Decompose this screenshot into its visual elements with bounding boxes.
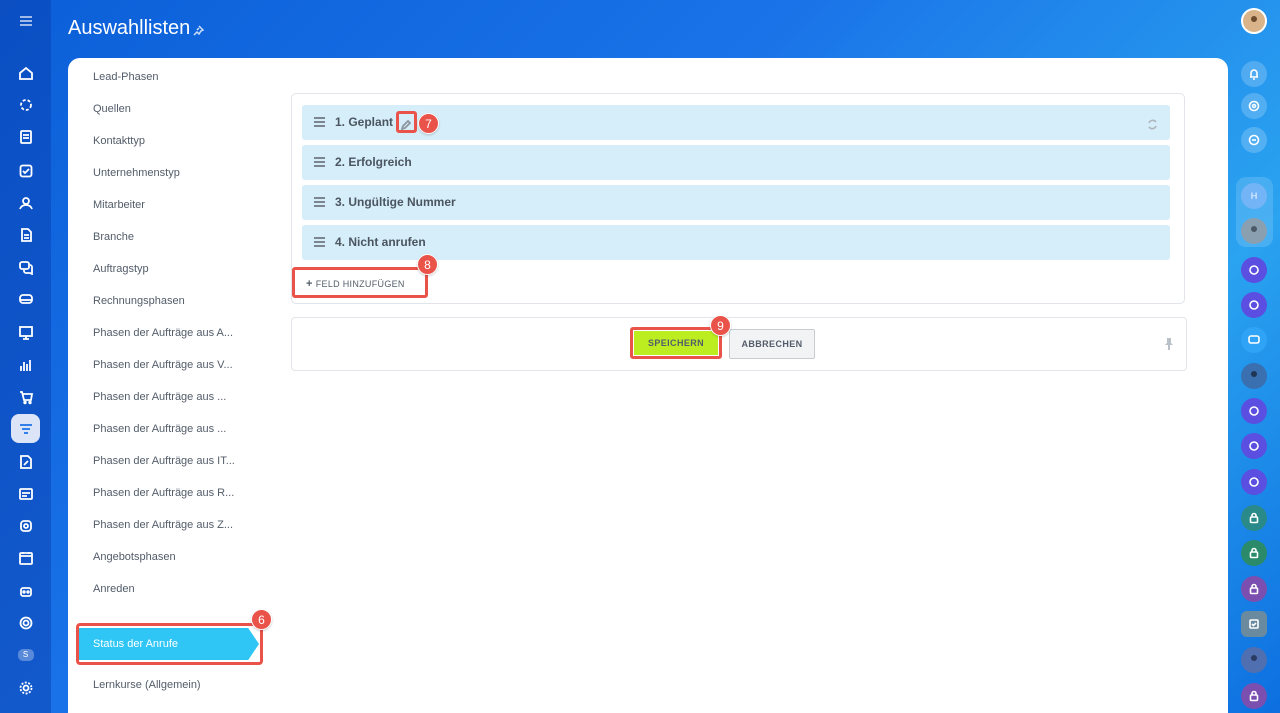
nav-item[interactable]: Phasen der Aufträge aus Z...: [93, 515, 233, 535]
lock-icon[interactable]: [1241, 540, 1267, 566]
color-picker-icon[interactable]: [1147, 117, 1158, 130]
field-label: 1. Geplant: [335, 115, 394, 129]
cancel-button[interactable]: ABBRECHEN: [729, 329, 815, 359]
chat-bot-icon[interactable]: [1241, 257, 1267, 283]
drag-handle-icon[interactable]: [314, 157, 325, 167]
home-icon[interactable]: [11, 58, 40, 87]
menu-icon[interactable]: [11, 6, 40, 35]
task-icon[interactable]: [1241, 611, 1267, 637]
message-icon[interactable]: [1241, 327, 1267, 353]
add-field-label: FELD HINZUFÜGEN: [315, 279, 405, 289]
lock-icon[interactable]: [1241, 576, 1267, 602]
edit-doc-icon[interactable]: [11, 447, 40, 476]
nav-item[interactable]: Angebotsphasen: [93, 547, 176, 567]
lock-icon[interactable]: [1241, 505, 1267, 531]
pin-icon[interactable]: [1164, 337, 1174, 350]
checkbox-icon[interactable]: [11, 156, 40, 185]
chat-icon[interactable]: [11, 252, 40, 281]
contact-avatar[interactable]: [1241, 363, 1267, 389]
drag-handle-icon[interactable]: [314, 117, 325, 127]
right-sidebar: H: [1229, 0, 1280, 713]
field-row[interactable]: 2. Erfolgreich: [302, 145, 1170, 180]
highlight-outline: [76, 623, 263, 665]
user-initial: S: [17, 648, 34, 661]
nav-item[interactable]: Phasen der Aufträge aus IT...: [93, 451, 235, 471]
nav-item[interactable]: Auftragstyp: [93, 259, 149, 279]
contact-avatar[interactable]: [1241, 218, 1267, 244]
field-label: 4. Nicht anrufen: [335, 235, 426, 249]
inbox-icon[interactable]: [11, 284, 40, 313]
nav-item[interactable]: Phasen der Aufträge aus ...: [93, 387, 226, 407]
cart-icon[interactable]: [11, 382, 40, 411]
nav-item[interactable]: Phasen der Aufträge aus ...: [93, 419, 226, 439]
robot-icon[interactable]: [11, 576, 40, 605]
chat-bot-icon[interactable]: [1241, 292, 1267, 318]
tasks-icon[interactable]: [11, 122, 40, 151]
nav-item[interactable]: Branche: [93, 227, 134, 247]
nav-item[interactable]: Lead-Phasen: [93, 67, 158, 87]
main-card: Lead-Phasen Quellen Kontakttyp Unternehm…: [68, 58, 1228, 713]
page-title: Auswahllisten: [68, 17, 191, 39]
goal-icon[interactable]: [11, 608, 40, 637]
add-field-button[interactable]: + FELD HINZUFÜGEN: [306, 278, 405, 290]
bell-icon[interactable]: [1241, 61, 1267, 87]
left-sidebar: S: [0, 0, 51, 713]
pencil-icon[interactable]: [400, 117, 412, 131]
funnel-icon[interactable]: [11, 414, 40, 443]
step-marker: 9: [710, 315, 731, 336]
step-marker: 6: [251, 609, 272, 630]
nav-item[interactable]: Anreden: [93, 579, 135, 599]
drag-handle-icon[interactable]: [314, 237, 325, 247]
feed-icon[interactable]: [11, 90, 40, 119]
step-marker: 7: [418, 113, 439, 134]
nav-item[interactable]: Phasen der Aufträge aus V...: [93, 355, 233, 375]
contacts-icon[interactable]: [11, 188, 40, 217]
nav-item[interactable]: Phasen der Aufträge aus R...: [93, 483, 234, 503]
contact-avatar[interactable]: [1241, 647, 1267, 673]
drag-handle-icon[interactable]: [314, 197, 325, 207]
nav-item[interactable]: Mitarbeiter: [93, 195, 145, 215]
settings-icon[interactable]: [11, 673, 40, 702]
pin-icon[interactable]: [192, 24, 205, 36]
calendar-icon[interactable]: [11, 543, 40, 572]
field-label: 3. Ungültige Nummer: [335, 195, 456, 209]
save-button[interactable]: SPEICHERN: [634, 331, 718, 355]
nav-item[interactable]: Rechnungsphasen: [93, 291, 185, 311]
nav-item[interactable]: Quellen: [93, 99, 131, 119]
plus-icon: +: [306, 278, 313, 290]
group-avatar[interactable]: H: [1241, 183, 1267, 209]
nav-item[interactable]: Kontakttyp: [93, 131, 145, 151]
nav-item[interactable]: Phasen der Aufträge aus A...: [93, 323, 233, 343]
lock-icon[interactable]: [1241, 683, 1267, 709]
search-chat-icon[interactable]: [1241, 127, 1267, 153]
presentation-icon[interactable]: [11, 318, 40, 347]
target-icon[interactable]: [11, 511, 40, 540]
step-marker: 8: [417, 254, 438, 275]
nav-item[interactable]: Lernkurse (Allgemein): [93, 675, 201, 695]
chat-bot-icon[interactable]: [1241, 433, 1267, 459]
analytics-icon[interactable]: [11, 350, 40, 379]
user-avatar[interactable]: [1241, 8, 1267, 34]
user-initial-badge[interactable]: S: [11, 640, 40, 669]
chat-bot-icon[interactable]: [1241, 398, 1267, 424]
copilot-icon[interactable]: [1241, 93, 1267, 119]
id-card-icon[interactable]: [11, 479, 40, 508]
field-row[interactable]: 3. Ungültige Nummer: [302, 185, 1170, 220]
document-icon[interactable]: [11, 220, 40, 249]
field-label: 2. Erfolgreich: [335, 155, 412, 169]
button-bar: SPEICHERN ABBRECHEN: [291, 317, 1187, 371]
nav-item[interactable]: Unternehmenstyp: [93, 163, 180, 183]
chat-bot-icon[interactable]: [1241, 469, 1267, 495]
